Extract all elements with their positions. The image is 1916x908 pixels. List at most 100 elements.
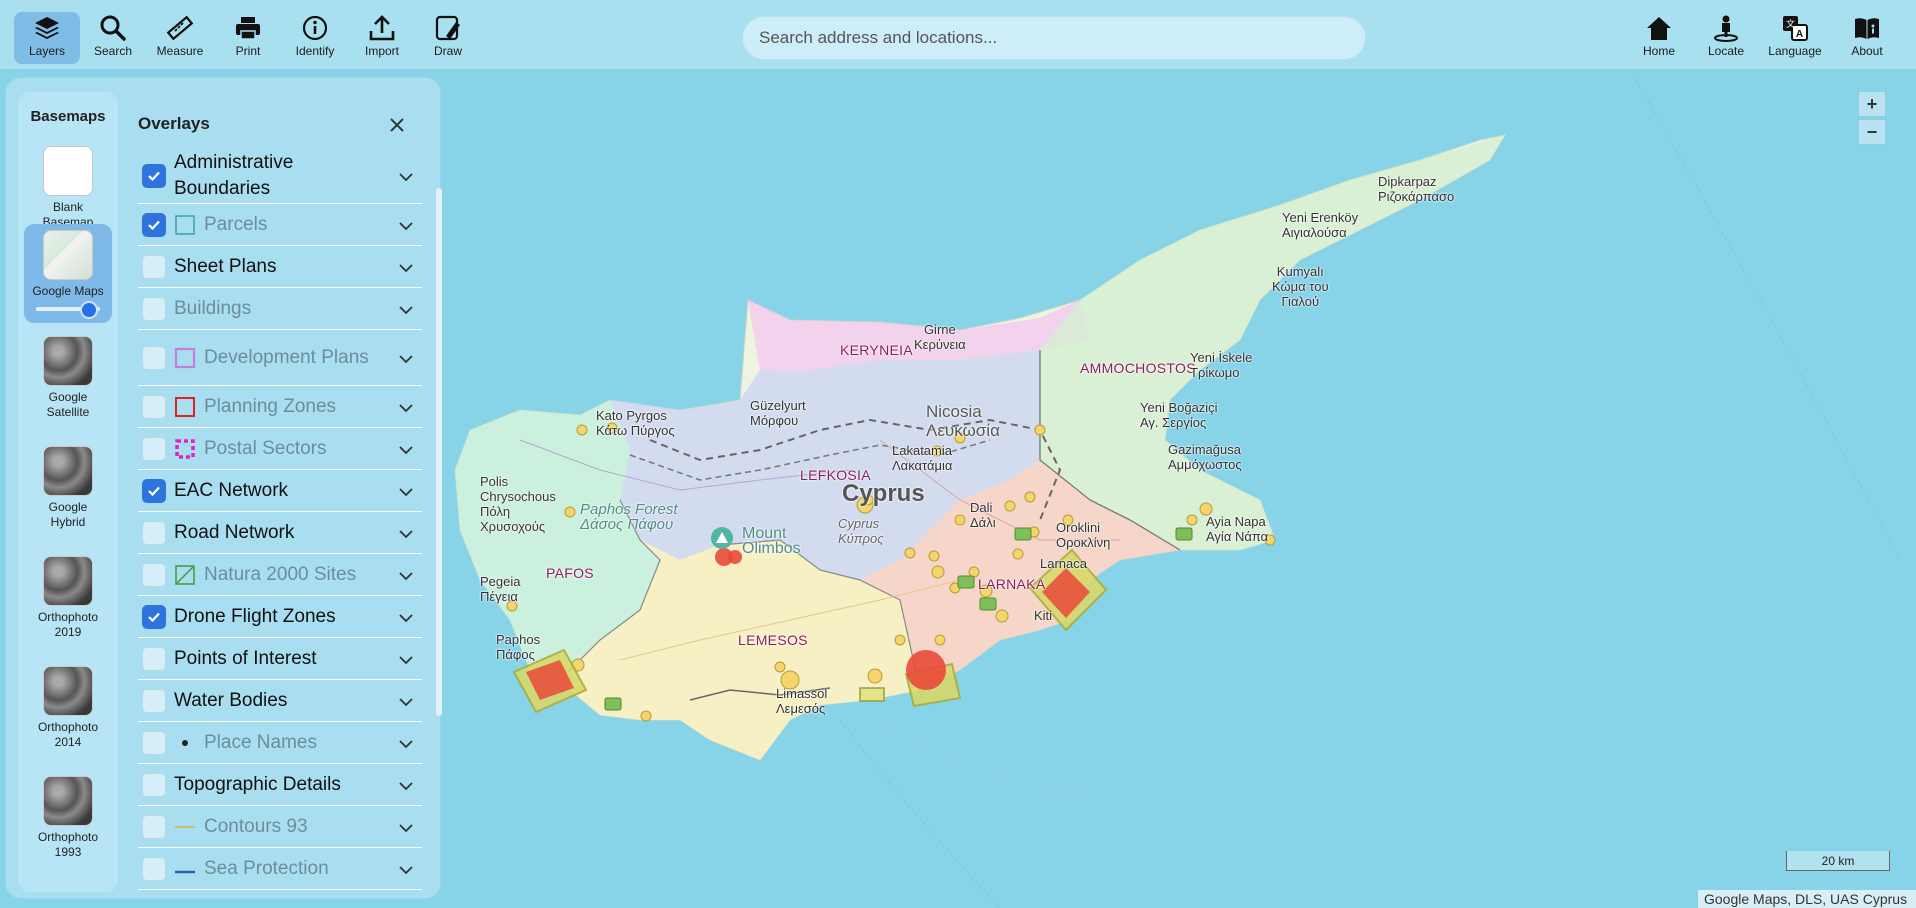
chevron-down-icon[interactable] [398,352,414,364]
overlay-checkbox[interactable] [142,394,166,419]
overlay-checkbox[interactable] [142,814,166,839]
chevron-down-icon[interactable] [398,863,414,875]
map-label-ammochostos: AMMOCHOSTOS [1080,360,1196,376]
search-button[interactable]: Search [80,12,146,64]
overlay-checkbox[interactable] [142,520,166,545]
print-button[interactable]: Print [215,12,281,64]
address-search-input[interactable] [743,17,1365,59]
chevron-down-icon[interactable] [398,401,414,413]
overlay-row-road-network[interactable]: Road Network [138,512,422,554]
basemap-google-satellite[interactable]: Google Satellite [24,330,112,420]
home-button[interactable]: Home [1626,12,1692,64]
zoom-out-button[interactable]: − [1858,119,1886,145]
layers-button[interactable]: Layers [14,12,80,64]
basemap-orthophoto-2019-thumbnail [43,556,93,606]
overlay-checkbox[interactable] [142,688,166,713]
overlay-checkbox[interactable] [142,212,166,237]
overlay-checkbox[interactable] [142,604,166,629]
chevron-down-icon[interactable] [398,261,414,273]
overlay-checkbox[interactable] [142,436,166,461]
overlay-checkbox[interactable] [142,254,166,279]
basemap-google-hybrid[interactable]: Google Hybrid [24,440,112,530]
overlay-checkbox[interactable] [142,478,166,503]
draw-label: Draw [433,44,462,58]
chevron-down-icon[interactable] [398,303,414,315]
contours-line-icon [174,816,196,838]
overlay-row-natura-2000-sites[interactable]: Natura 2000 Sites [138,554,422,596]
chevron-down-icon[interactable] [398,737,414,749]
search-icon [100,15,126,41]
zoom-in-button[interactable]: + [1858,91,1886,117]
basemap-orthophoto-2014[interactable]: Orthophoto 2014 [24,660,112,750]
overlay-row-planning-zones[interactable]: Planning Zones [138,386,422,428]
overlay-row-place-names[interactable]: Place Names [138,722,422,764]
basemap-blank-thumbnail [43,146,93,196]
basemap-google-maps[interactable]: Google Maps [24,224,112,323]
overlay-row-topographic-details[interactable]: Topographic Details [138,764,422,806]
overlay-label: Place Names [204,731,317,753]
development-plans-symbol-icon [174,347,196,369]
chevron-down-icon[interactable] [398,779,414,791]
slider-knob[interactable] [80,301,98,319]
overlay-checkbox[interactable] [142,345,166,370]
address-search-box[interactable] [742,16,1366,60]
overlay-row-sheet-plans[interactable]: Sheet Plans [138,246,422,288]
overlay-checkbox[interactable] [142,562,166,587]
overlay-row-eac-network[interactable]: EAC Network [138,470,422,512]
layers-icon [35,17,59,39]
map-label-yeni-iskele: Yeni İskele Τρίκωμο [1190,350,1253,380]
map-label-cyprus-sub: Cyprus Κύπρος [838,516,884,546]
chevron-down-icon[interactable] [398,695,414,707]
overlay-row-contours-93[interactable]: Contours 93 [138,806,422,848]
identify-button[interactable]: Identify [282,12,348,64]
measure-button[interactable]: Measure [147,12,213,64]
overlays-title: Overlays [138,114,210,133]
basemap-opacity-slider[interactable] [36,301,100,319]
overlay-row-parcels[interactable]: Parcels [138,204,422,246]
chevron-down-icon[interactable] [398,611,414,623]
overlay-checkbox[interactable] [142,772,166,797]
draw-button[interactable]: Draw [415,12,481,64]
chevron-down-icon[interactable] [398,485,414,497]
overlay-row-drone-flight-zones[interactable]: Drone Flight Zones [138,596,422,638]
overlay-checkbox[interactable] [142,856,166,881]
about-button[interactable]: About [1834,12,1900,64]
overlay-checkbox[interactable] [142,730,166,755]
chevron-down-icon[interactable] [398,569,414,581]
overlay-checkbox[interactable] [142,163,166,188]
overlay-list: Administrative Boundaries Parcels Sheet Pl… [138,148,422,900]
locate-button[interactable]: Locate [1693,12,1759,64]
chevron-down-icon[interactable] [398,527,414,539]
overlay-scrollbar[interactable] [436,188,442,716]
overlay-row-sea-protection[interactable]: Sea Protection [138,848,422,890]
overlay-row-development-plans[interactable]: Development Plans [138,330,422,386]
sea-protection-line-icon [174,858,196,880]
overlay-checkbox[interactable] [142,296,166,321]
map-label-oroklini: Oroklini Οροκλίνη [1056,520,1111,550]
language-button[interactable]: A文 Language [1762,12,1828,64]
chevron-down-icon[interactable] [398,653,414,665]
basemap-blank[interactable]: Blank Basemap [24,140,112,230]
overlay-label: Development Plans [204,346,369,368]
overlay-checkbox[interactable] [142,646,166,671]
overlay-label: Road Network [174,521,295,543]
chevron-down-icon[interactable] [398,170,414,182]
chevron-down-icon[interactable] [398,821,414,833]
close-icon[interactable] [386,114,408,136]
overlay-label: Buildings [174,297,252,319]
overlay-row-postal-sectors[interactable]: Postal Sectors [138,428,422,470]
overlay-label: Parcels [204,213,268,235]
chevron-down-icon[interactable] [398,219,414,231]
overlay-row-administrative-boundaries[interactable]: Administrative Boundaries [138,148,422,204]
import-button[interactable]: Import [349,12,415,64]
basemap-google-satellite-thumbnail [43,336,93,386]
basemap-orthophoto-1993[interactable]: Orthophoto 1993 [24,770,112,860]
overlay-row-points-of-interest[interactable]: Points of Interest [138,638,422,680]
chevron-down-icon[interactable] [398,443,414,455]
overlay-row-water-bodies[interactable]: Water Bodies [138,680,422,722]
map-label-pafos: PAFOS [546,565,594,581]
map-label-gazimagusa: Gazimağusa Αμμόχωστος [1168,442,1242,472]
basemap-orthophoto-2019[interactable]: Orthophoto 2019 [24,550,112,640]
overlay-row-buildings[interactable]: Buildings [138,288,422,330]
scale-bar: 20 km [1786,851,1890,871]
